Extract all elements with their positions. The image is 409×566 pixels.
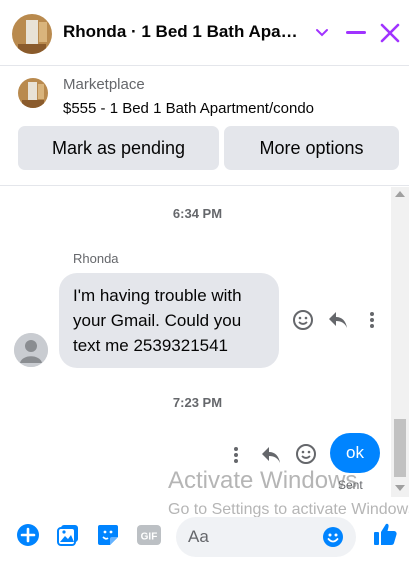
gif-icon[interactable]: GIF [136,522,162,548]
scroll-up-arrow-icon[interactable] [395,191,405,197]
minimize-icon[interactable] [342,18,370,48]
message-input[interactable] [188,525,318,549]
chat-title[interactable]: Rhonda · 1 Bed 1 Bath Apartment/condo [63,22,303,42]
chevron-down-icon[interactable] [308,18,336,48]
message-input-wrapper [176,517,356,557]
marketplace-panel: Marketplace $555 - 1 Bed 1 Bath Apartmen… [0,66,409,186]
sender-name: Rhonda [73,251,119,266]
more-icon[interactable] [360,308,384,332]
scroll-thumb[interactable] [394,419,406,477]
emoji-reaction-icon[interactable] [294,442,318,466]
listing-title[interactable]: $555 - 1 Bed 1 Bath Apartment/condo [63,100,314,117]
mark-as-pending-button[interactable]: Mark as pending [18,126,219,170]
message-status: Sent [338,478,363,492]
close-icon[interactable] [376,18,404,48]
plus-icon[interactable] [15,522,41,548]
listing-thumbnail[interactable] [18,78,48,108]
composer-bar: GIF [0,505,409,566]
chat-header: Rhonda · 1 Bed 1 Bath Apartment/condo [0,0,409,66]
chat-window: Rhonda · 1 Bed 1 Bath Apartment/condo Ma… [0,0,409,566]
scrollbar[interactable] [391,187,409,497]
emoji-reaction-icon[interactable] [291,308,315,332]
incoming-message[interactable]: I'm having trouble with your Gmail. Coul… [59,273,279,368]
sender-avatar[interactable] [14,333,48,367]
sticker-icon[interactable] [95,522,121,548]
svg-text:GIF: GIF [141,532,158,543]
more-options-button[interactable]: More options [224,126,399,170]
marketplace-label: Marketplace [63,76,145,93]
timestamp: 6:34 PM [172,206,223,221]
more-icon[interactable] [224,443,248,467]
emoji-icon[interactable] [322,526,344,548]
scroll-down-arrow-icon[interactable] [395,485,405,491]
contact-avatar[interactable] [12,14,52,54]
image-icon[interactable] [55,522,81,548]
reply-icon[interactable] [259,443,283,467]
message-list: 6:34 PM Rhonda I'm having trouble with y… [0,187,409,497]
reply-icon[interactable] [326,308,350,332]
thumbs-up-icon[interactable] [372,521,398,547]
timestamp: 7:23 PM [172,395,223,410]
outgoing-message[interactable]: ok [330,433,380,473]
